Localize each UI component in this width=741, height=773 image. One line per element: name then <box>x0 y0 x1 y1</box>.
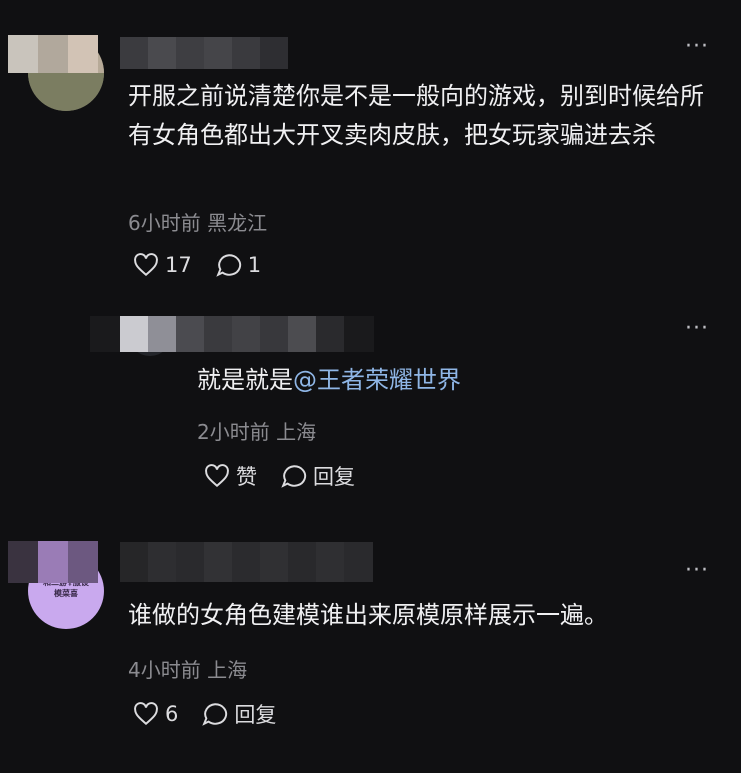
comment-actions: 17 1 <box>133 253 285 277</box>
mention-link[interactable]: @王者荣耀世界 <box>293 366 461 394</box>
more-icon[interactable]: ··· <box>685 318 709 340</box>
like-button[interactable]: 17 <box>133 253 192 277</box>
avatar-text-line2: 模菜喜 <box>54 589 78 598</box>
reply-text: 就是就是@王者荣耀世界 <box>197 361 697 400</box>
username-pixelated[interactable] <box>8 35 98 73</box>
heart-icon <box>205 464 229 488</box>
reply-button[interactable]: 1 <box>216 253 261 277</box>
location: 上海 <box>276 420 317 444</box>
reply-button[interactable]: 回复 <box>202 699 276 729</box>
reply-label: 回复 <box>313 465 355 489</box>
reply-meta: 2小时前 上海 <box>197 416 316 445</box>
like-button[interactable]: 赞 <box>204 461 257 491</box>
comment-meta: 4小时前 上海 <box>128 654 247 683</box>
heart-icon <box>134 253 158 277</box>
username-pixelated[interactable] <box>120 37 288 69</box>
reply-label: 回复 <box>234 703 277 727</box>
like-count: 6 <box>165 702 179 726</box>
comment-actions: 6 回复 <box>133 699 300 729</box>
comment-bubble-icon <box>216 254 241 277</box>
username-pixelated[interactable] <box>8 541 98 583</box>
username-pixelated[interactable] <box>120 542 373 582</box>
reply-actions: 赞 回复 <box>204 461 379 491</box>
location: 上海 <box>207 658 248 682</box>
comment-bubble-icon <box>281 465 307 488</box>
like-button[interactable]: 6 <box>133 702 178 726</box>
like-label: 赞 <box>236 465 257 489</box>
comment-text: 开服之前说清楚你是不是一般向的游戏，别到时候给所有女角色都出大开叉卖肉皮肤，把女… <box>128 82 704 149</box>
comment-bubble-icon <box>202 703 228 726</box>
timestamp: 4小时前 <box>128 658 201 682</box>
reply-button[interactable]: 回复 <box>281 461 355 491</box>
timestamp: 2小时前 <box>197 420 270 444</box>
timestamp: 6小时前 <box>128 211 201 235</box>
username-pixelated[interactable] <box>90 316 374 352</box>
heart-icon <box>134 702 158 726</box>
comment-text: 谁做的女角色建模谁出来原模原样展示一遍。 <box>128 601 608 629</box>
like-count: 17 <box>165 253 192 277</box>
location: 黑龙江 <box>207 211 268 235</box>
reply-count: 1 <box>247 253 262 277</box>
reply-text-prefix: 就是就是 <box>197 366 293 394</box>
more-icon[interactable]: ··· <box>685 36 709 58</box>
more-icon[interactable]: ··· <box>685 560 709 582</box>
comment-meta: 6小时前 黑龙江 <box>128 207 267 236</box>
